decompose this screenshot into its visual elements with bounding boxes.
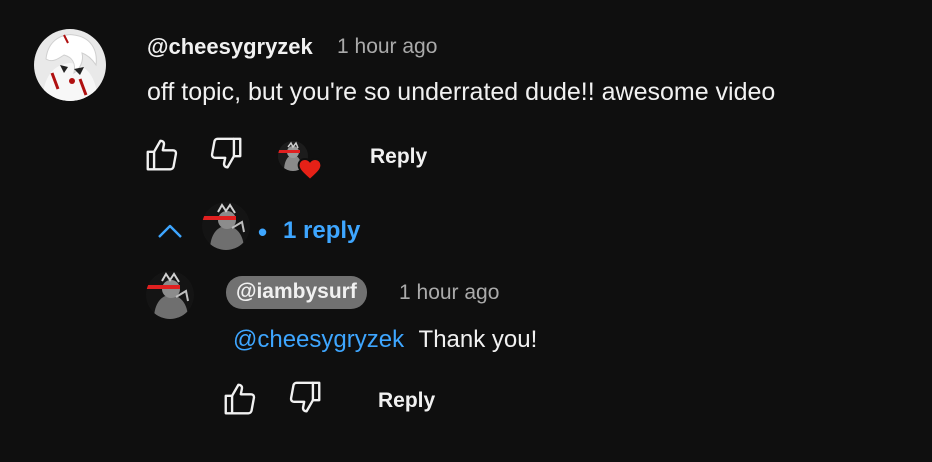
replier-avatar-small: [202, 202, 250, 250]
like-button[interactable]: [142, 137, 182, 177]
thumb-up-icon: [143, 136, 181, 179]
replies-toggle[interactable]: • 1 reply: [150, 198, 380, 262]
reply-text: @cheesygryzek Thank you!: [233, 326, 537, 354]
commenter-avatar[interactable]: [34, 29, 106, 101]
thumb-up-icon: [221, 380, 259, 423]
replies-count-label: 1 reply: [283, 217, 361, 244]
dislike-button[interactable]: [206, 135, 246, 175]
comment-author[interactable]: @cheesygryzek: [147, 34, 313, 60]
reply-dislike-button[interactable]: [285, 379, 325, 419]
chevron-up-icon: [156, 222, 184, 245]
creator-heart-icon: [297, 157, 323, 186]
reply-author-avatar[interactable]: [146, 271, 194, 319]
thumb-down-icon: [286, 378, 324, 421]
reply-button[interactable]: Reply: [370, 145, 427, 169]
replies-bullet: •: [258, 217, 268, 247]
reply-like-button[interactable]: [220, 381, 260, 421]
reply-reply-button[interactable]: Reply: [378, 389, 435, 413]
reply-timestamp[interactable]: 1 hour ago: [399, 281, 499, 305]
creator-heart: [278, 141, 324, 183]
reply-body: Thank you!: [418, 326, 538, 353]
comment-timestamp[interactable]: 1 hour ago: [337, 35, 437, 59]
thumb-down-icon: [207, 134, 245, 177]
reply-mention-link[interactable]: @cheesygryzek: [233, 326, 404, 353]
comment-text: off topic, but you're so underrated dude…: [147, 78, 776, 106]
reply-author-chip[interactable]: @iambysurf: [226, 276, 367, 309]
